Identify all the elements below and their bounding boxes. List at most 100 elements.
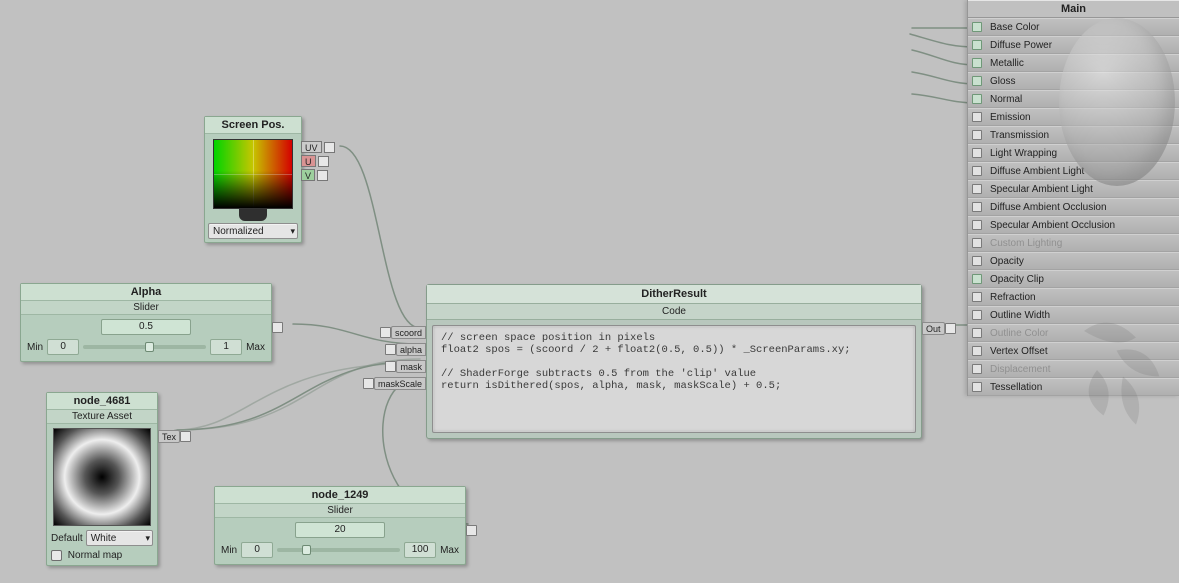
alpha-slider[interactable] xyxy=(83,345,206,349)
node-screen-pos[interactable]: Screen Pos. Normalized ▾ UV U V xyxy=(204,116,302,243)
port-plug[interactable] xyxy=(317,170,328,181)
node1249-min[interactable]: 0 xyxy=(241,542,273,558)
alpha-min[interactable]: 0 xyxy=(47,339,79,355)
main-row-transmission[interactable]: Transmission xyxy=(968,126,1179,144)
row-label: Transmission xyxy=(990,130,1179,141)
input-socket[interactable] xyxy=(972,202,982,212)
input-socket xyxy=(972,238,982,248)
alpha-max[interactable]: 1 xyxy=(210,339,242,355)
node1249-max[interactable]: 100 xyxy=(404,542,436,558)
node-title: Screen Pos. xyxy=(205,117,301,134)
port-out[interactable] xyxy=(466,523,477,538)
row-label: Diffuse Ambient Occlusion xyxy=(990,202,1179,213)
port-maskscale[interactable]: maskScale xyxy=(363,376,426,391)
node1249-value[interactable]: 20 xyxy=(295,522,385,538)
main-row-refraction[interactable]: Refraction xyxy=(968,288,1179,306)
port-tex[interactable]: Tex xyxy=(158,429,191,444)
input-socket xyxy=(972,364,982,374)
texture-default-dropdown[interactable]: White ▾ xyxy=(86,530,153,546)
main-row-specular-ambient-occlusion[interactable]: Specular Ambient Occlusion xyxy=(968,216,1179,234)
normal-map-checkbox[interactable] xyxy=(51,550,62,561)
port-alpha[interactable]: alpha xyxy=(385,342,426,357)
main-row-vertex-offset[interactable]: Vertex Offset xyxy=(968,342,1179,360)
monitor-stand-icon xyxy=(239,209,267,221)
input-socket[interactable] xyxy=(972,130,982,140)
input-socket[interactable] xyxy=(972,292,982,302)
node-1249[interactable]: node_1249 Slider 20 Min 0 100 Max xyxy=(214,486,466,565)
input-socket[interactable] xyxy=(972,166,982,176)
input-socket[interactable] xyxy=(972,112,982,122)
port-plug[interactable] xyxy=(385,344,396,355)
port-plug[interactable] xyxy=(945,323,956,334)
input-socket[interactable] xyxy=(972,274,982,284)
row-label: Gloss xyxy=(990,76,1179,87)
node-texture[interactable]: node_4681 Texture Asset Default White ▾ … xyxy=(46,392,158,566)
port-out[interactable] xyxy=(272,320,283,335)
port-scoord[interactable]: scoord xyxy=(380,325,426,340)
max-label: Max xyxy=(246,342,265,353)
port-uv[interactable]: UV xyxy=(301,141,335,153)
slider-thumb[interactable] xyxy=(302,545,311,555)
row-label: Diffuse Ambient Light xyxy=(990,166,1179,177)
input-socket[interactable] xyxy=(972,346,982,356)
row-label: Displacement xyxy=(990,364,1179,375)
port-plug[interactable] xyxy=(180,431,191,442)
node1249-slider[interactable] xyxy=(277,548,400,552)
input-socket[interactable] xyxy=(972,22,982,32)
input-socket[interactable] xyxy=(972,256,982,266)
node-alpha[interactable]: Alpha Slider 0.5 Min 0 1 Max xyxy=(20,283,272,362)
dropdown-value: Normalized xyxy=(213,226,264,237)
input-socket[interactable] xyxy=(972,310,982,320)
port-u[interactable]: U xyxy=(301,155,329,167)
main-row-tessellation[interactable]: Tessellation xyxy=(968,378,1179,396)
input-socket[interactable] xyxy=(972,184,982,194)
code-textarea[interactable]: // screen space position in pixels float… xyxy=(432,325,916,433)
port-plug[interactable] xyxy=(318,156,329,167)
input-socket[interactable] xyxy=(972,220,982,230)
input-socket[interactable] xyxy=(972,94,982,104)
row-label: Emission xyxy=(990,112,1179,123)
main-row-normal[interactable]: Normal xyxy=(968,90,1179,108)
alpha-value[interactable]: 0.5 xyxy=(101,319,191,335)
main-row-specular-ambient-light[interactable]: Specular Ambient Light xyxy=(968,180,1179,198)
min-label: Min xyxy=(27,342,43,353)
port-v[interactable]: V xyxy=(301,169,328,181)
main-row-gloss[interactable]: Gloss xyxy=(968,72,1179,90)
port-plug[interactable] xyxy=(363,378,374,389)
port-plug[interactable] xyxy=(380,327,391,338)
row-label: Metallic xyxy=(990,58,1179,69)
port-plug[interactable] xyxy=(272,322,283,333)
row-label: Base Color xyxy=(990,22,1179,33)
input-socket[interactable] xyxy=(972,76,982,86)
max-label: Max xyxy=(440,545,459,556)
input-socket[interactable] xyxy=(972,58,982,68)
port-plug[interactable] xyxy=(466,525,477,536)
main-row-diffuse-power[interactable]: Diffuse Power xyxy=(968,36,1179,54)
main-row-diffuse-ambient-occlusion[interactable]: Diffuse Ambient Occlusion xyxy=(968,198,1179,216)
texture-preview[interactable] xyxy=(53,428,151,526)
main-title: Main xyxy=(968,0,1179,18)
main-row-opacity[interactable]: Opacity xyxy=(968,252,1179,270)
main-row-outline-width[interactable]: Outline Width xyxy=(968,306,1179,324)
main-row-metallic[interactable]: Metallic xyxy=(968,54,1179,72)
port-plug[interactable] xyxy=(385,361,396,372)
input-socket[interactable] xyxy=(972,40,982,50)
screenpos-mode-dropdown[interactable]: Normalized ▾ xyxy=(208,223,298,239)
slider-thumb[interactable] xyxy=(145,342,154,352)
node-dither-result[interactable]: DitherResult Code // screen space positi… xyxy=(426,284,922,439)
input-socket[interactable] xyxy=(972,148,982,158)
row-label: Light Wrapping xyxy=(990,148,1179,159)
node-subtitle: Code xyxy=(427,304,921,320)
row-label: Tessellation xyxy=(990,382,1179,393)
main-row-base-color[interactable]: Base Color xyxy=(968,18,1179,36)
main-row-opacity-clip[interactable]: Opacity Clip xyxy=(968,270,1179,288)
row-label: Diffuse Power xyxy=(990,40,1179,51)
main-row-diffuse-ambient-light[interactable]: Diffuse Ambient Light xyxy=(968,162,1179,180)
main-row-emission[interactable]: Emission xyxy=(968,108,1179,126)
port-plug[interactable] xyxy=(324,142,335,153)
port-out[interactable]: Out xyxy=(922,321,956,336)
main-row-light-wrapping[interactable]: Light Wrapping xyxy=(968,144,1179,162)
port-mask[interactable]: mask xyxy=(385,359,426,374)
row-label: Vertex Offset xyxy=(990,346,1179,357)
input-socket[interactable] xyxy=(972,382,982,392)
